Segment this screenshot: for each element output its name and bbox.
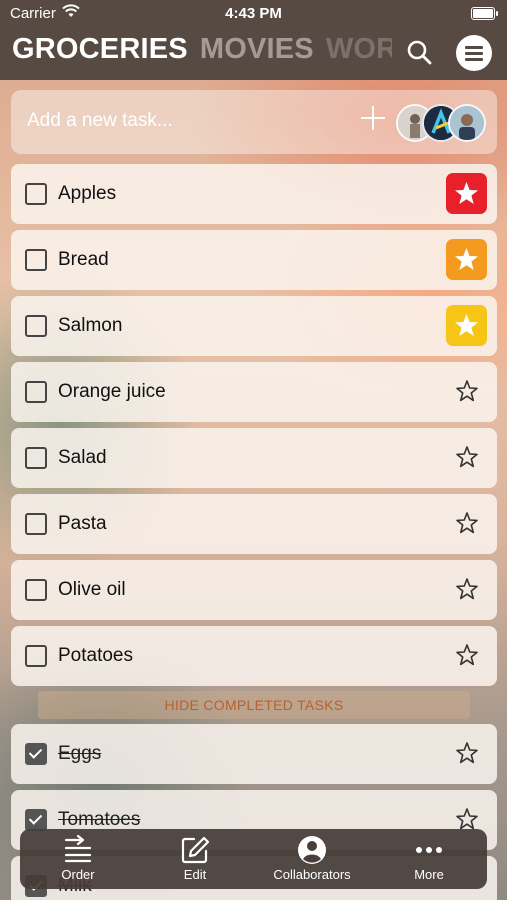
task-row[interactable]: Orange juice [11, 362, 497, 422]
more-button[interactable]: More [371, 829, 487, 889]
task-row[interactable]: Salmon [11, 296, 497, 356]
edit-label: Edit [183, 867, 207, 882]
star-outline-icon [456, 380, 478, 402]
edit-icon [181, 836, 210, 864]
add-task-input[interactable]: Add a new task... [27, 110, 173, 132]
collaborator-avatar[interactable] [448, 104, 486, 142]
task-label: Salmon [58, 315, 123, 336]
battery-icon [471, 7, 498, 20]
task-row[interactable]: Apples [11, 164, 497, 224]
star-button[interactable] [446, 239, 487, 280]
star-outline-icon [456, 446, 478, 468]
task-checkbox[interactable] [25, 183, 47, 205]
star-icon [455, 314, 478, 336]
task-label: Olive oil [58, 579, 126, 600]
more-label: More [414, 867, 444, 882]
list-tabs: GROCERIES MOVIES WORK [12, 33, 392, 73]
task-checkbox[interactable] [25, 447, 47, 469]
task-row[interactable]: Pasta [11, 494, 497, 554]
search-button[interactable] [404, 37, 436, 69]
task-label: Salad [58, 447, 107, 468]
task-row[interactable]: Bread [11, 230, 497, 290]
sort-icon [64, 835, 92, 863]
task-label: Orange juice [58, 381, 166, 402]
collaborators-label: Collaborators [273, 867, 351, 882]
star-button[interactable] [452, 377, 482, 407]
star-outline-icon [456, 644, 478, 666]
task-checkbox[interactable] [25, 579, 47, 601]
star-icon [455, 248, 478, 270]
task-checkbox[interactable] [25, 381, 47, 403]
order-button[interactable]: Order [20, 829, 136, 889]
task-row[interactable]: Olive oil [11, 560, 497, 620]
task-label: Potatoes [58, 645, 133, 666]
task-label: Bread [58, 249, 109, 270]
task-checkbox[interactable] [25, 249, 47, 271]
completed-task-row[interactable]: Eggs [11, 724, 497, 784]
star-button[interactable] [452, 509, 482, 539]
menu-button[interactable] [456, 35, 492, 71]
top-bar: Carrier 4:43 PM GROCERIES MOVIES WORK [0, 0, 507, 80]
add-task-bar[interactable]: Add a new task... [11, 90, 497, 154]
star-button[interactable] [446, 173, 487, 214]
task-checkbox[interactable] [25, 315, 47, 337]
hamburger-icon [465, 46, 483, 49]
more-dots-icon [416, 847, 442, 853]
bottom-toolbar: Order Edit Collaborators More [20, 829, 487, 889]
task-label: Apples [58, 183, 117, 204]
star-button[interactable] [452, 575, 482, 605]
task-label: Eggs [58, 743, 102, 764]
status-bar: Carrier 4:43 PM [0, 0, 507, 28]
tab-movies[interactable]: MOVIES [200, 33, 314, 66]
task-row[interactable]: Salad [11, 428, 497, 488]
task-row[interactable]: Potatoes [11, 626, 497, 686]
star-button[interactable] [452, 443, 482, 473]
task-label: Tomatoes [58, 809, 141, 830]
hide-completed-button[interactable]: HIDE COMPLETED TASKS [38, 691, 470, 719]
task-checkbox-checked[interactable] [25, 743, 47, 765]
add-icon[interactable] [361, 106, 385, 130]
task-checkbox[interactable] [25, 645, 47, 667]
task-label: Pasta [58, 513, 107, 534]
search-icon [407, 40, 432, 65]
tab-work[interactable]: WORK [326, 33, 392, 66]
star-outline-icon [456, 512, 478, 534]
collaborators-button[interactable]: Collaborators [254, 829, 370, 889]
star-button[interactable] [452, 641, 482, 671]
order-label: Order [61, 867, 95, 882]
star-button[interactable] [452, 739, 482, 769]
star-button[interactable] [446, 305, 487, 346]
clock: 4:43 PM [225, 5, 282, 22]
star-outline-icon [456, 742, 478, 764]
star-outline-icon [456, 578, 478, 600]
person-circle-icon [298, 836, 326, 864]
task-checkbox[interactable] [25, 513, 47, 535]
tab-groceries[interactable]: GROCERIES [12, 33, 188, 66]
task-checkbox-checked[interactable] [25, 809, 47, 831]
edit-button[interactable]: Edit [137, 829, 253, 889]
star-icon [455, 182, 478, 204]
